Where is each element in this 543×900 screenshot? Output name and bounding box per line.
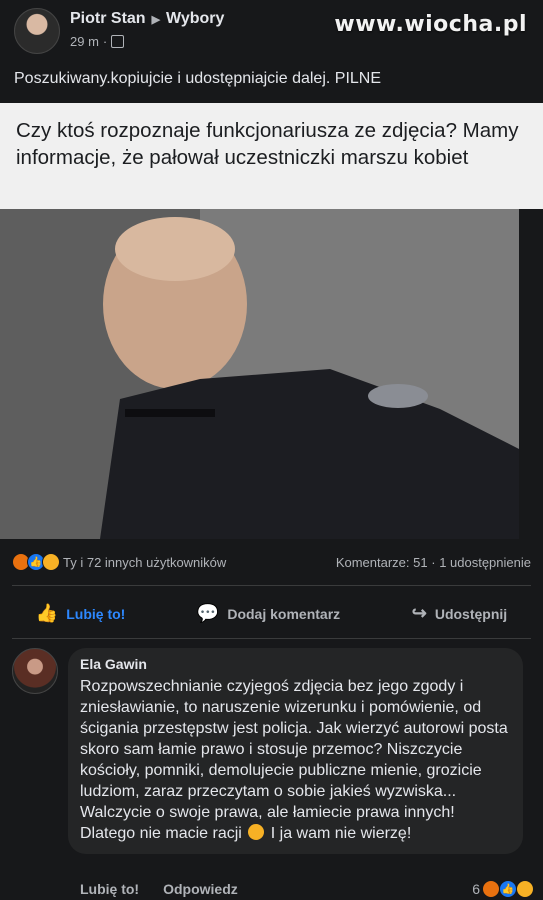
share-arrow-icon: ↪ (411, 603, 427, 623)
divider (12, 638, 531, 639)
like-button[interactable]: 👍 Lubię to! (36, 603, 126, 624)
angry-reaction-icon (482, 880, 500, 898)
comment-reaction-count: 6 (472, 881, 480, 897)
author-line: Piotr Stan ▶ Wybory (70, 10, 224, 28)
share-label: Udostępnij (434, 605, 508, 622)
comment-reply-button[interactable]: Odpowiedz (163, 881, 238, 897)
stats-dot: · (431, 554, 436, 570)
comment: Ela Gawin Rozpowszechnianie czyjegoś zdj… (12, 648, 523, 854)
post-header-text: Piotr Stan ▶ Wybory 29 m · (70, 10, 224, 49)
comment-bubble: Ela Gawin Rozpowszechnianie czyjegoś zdj… (68, 648, 523, 854)
thumbs-up-icon: 👍 (35, 603, 59, 623)
divider (12, 585, 531, 586)
sad-reaction-icon (42, 553, 60, 571)
comment-text: Rozpowszechnianie czyjegoś zdjęcia bez j… (80, 676, 511, 844)
sad-emoji-icon (248, 824, 265, 840)
shares-count[interactable]: 1 udostępnienie (439, 555, 531, 570)
arrow-right-icon: ▶ (151, 13, 161, 26)
reaction-summary[interactable]: 👍 Ty i 72 innych użytkowników (12, 553, 226, 571)
reactions-bar: 👍 Ty i 72 innych użytkowników Komentarze… (12, 553, 531, 571)
author-name[interactable]: Piotr Stan (70, 10, 146, 28)
post-meta: 29 m · (70, 34, 224, 49)
post-caption: Poszukiwany.kopiujcie i udostępniajcie d… (14, 70, 382, 87)
comment-share-stats: Komentarze: 51 · 1 udostępnienie (336, 555, 531, 570)
quote-text: Czy ktoś rozpoznaje funkcjonariusza ze z… (0, 103, 543, 209)
author-avatar[interactable] (14, 8, 60, 54)
laugh-reaction-icon (516, 880, 534, 898)
post-actions: 👍 Lubię to! 💬 Dodaj komentarz ↪ Udostępn… (0, 603, 543, 624)
comment-like-button[interactable]: Lubię to! (80, 881, 139, 897)
share-button[interactable]: ↪ Udostępnij (412, 603, 507, 624)
comment-text-main: Rozpowszechnianie czyjegoś zdjęcia bez j… (80, 678, 508, 842)
group-name[interactable]: Wybory (166, 10, 224, 28)
reaction-emojis: 👍 (12, 553, 60, 571)
post-header: Piotr Stan ▶ Wybory 29 m · (14, 8, 224, 54)
post-photo[interactable] (0, 209, 519, 539)
like-reaction-icon: 👍 (499, 880, 517, 898)
speech-bubble-icon: 💬 (196, 603, 220, 623)
site-watermark: www.wiocha.pl (334, 12, 527, 37)
reactions-text: Ty i 72 innych użytkowników (63, 554, 227, 570)
comments-count[interactable]: Komentarze: 51 (336, 555, 428, 570)
comment-button[interactable]: 💬 Dodaj komentarz (197, 603, 340, 624)
meta-separator: · (102, 34, 108, 49)
like-label: Lubię to! (66, 605, 126, 622)
privacy-icon (111, 35, 125, 48)
photo-illustration (0, 209, 519, 539)
comment-text-end: I ja wam nie wierzę! (270, 825, 412, 842)
commenter-avatar[interactable] (12, 648, 58, 694)
post-time[interactable]: 29 m (70, 34, 99, 49)
comment-footer: Lubię to! Odpowiedz 6 👍 (80, 880, 534, 898)
comment-reactions[interactable]: 6 👍 (472, 880, 534, 898)
comment-label: Dodaj komentarz (227, 605, 341, 622)
commenter-name[interactable]: Ela Gawin (80, 656, 511, 672)
